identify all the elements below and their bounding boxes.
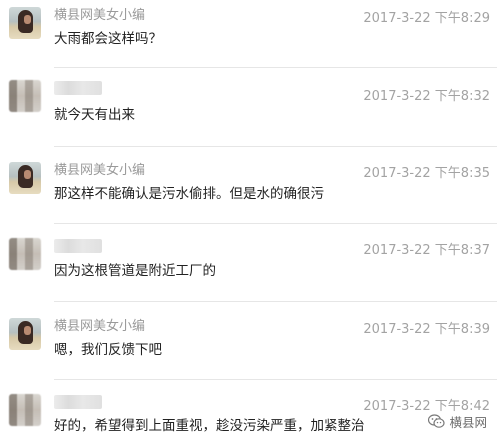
message-text: 就今天有出来 — [54, 107, 135, 123]
message-time: 2017-3-22 下午8:29 — [363, 11, 490, 26]
message-text: 因为这根管道是附近工厂的 — [54, 263, 216, 279]
divider — [54, 223, 497, 224]
message-time: 2017-3-22 下午8:39 — [363, 322, 490, 337]
blurred-avatar[interactable] — [9, 238, 41, 270]
message-time: 2017-3-22 下午8:37 — [363, 243, 490, 258]
sender-name-redacted — [54, 81, 102, 95]
message-text: 好的，希望得到上面重视，趁没污染严重，加紧整治 — [54, 418, 365, 434]
editor-avatar[interactable] — [9, 318, 41, 350]
message-time: 2017-3-22 下午8:32 — [363, 89, 490, 104]
divider — [54, 67, 497, 68]
message-time: 2017-3-22 下午8:35 — [363, 166, 490, 181]
chat-message: 横县网美女小编 2017-3-22 下午8:35 那这样不能确认是污水偷排。但是… — [0, 162, 497, 240]
divider — [54, 301, 497, 302]
sender-name: 横县网美女小编 — [54, 163, 146, 178]
editor-avatar[interactable] — [9, 7, 41, 39]
sender-name-redacted — [54, 395, 102, 409]
editor-avatar[interactable] — [9, 162, 41, 194]
watermark: 横县网 — [426, 411, 489, 431]
divider — [54, 146, 497, 147]
blurred-avatar[interactable] — [9, 394, 41, 426]
chat-message: 横县网美女小编 2017-3-22 下午8:39 嗯，我们反馈下吧 — [0, 318, 497, 396]
divider — [54, 379, 497, 380]
message-text: 大雨都会这样吗？ — [54, 31, 162, 47]
wechat-icon — [428, 413, 446, 428]
watermark-text: 横县网 — [449, 414, 487, 430]
chat-message: 横县网美女小编 2017-3-22 下午8:29 大雨都会这样吗？ — [0, 7, 497, 85]
message-text: 那这样不能确认是污水偷排。但是水的确很污 — [54, 186, 324, 202]
sender-name: 横县网美女小编 — [54, 319, 146, 334]
sender-name-redacted — [54, 239, 102, 253]
blurred-avatar[interactable] — [9, 80, 41, 112]
message-text: 嗯，我们反馈下吧 — [54, 342, 162, 358]
chat-message: 2017-3-22 下午8:37 因为这根管道是附近工厂的 — [0, 238, 497, 316]
chat-history: 横县网美女小编 2017-3-22 下午8:29 大雨都会这样吗？ 2017-3… — [0, 0, 497, 439]
sender-name: 横县网美女小编 — [54, 8, 146, 23]
chat-message: 2017-3-22 下午8:42 好的，希望得到上面重视，趁没污染严重，加紧整治 — [0, 394, 497, 439]
